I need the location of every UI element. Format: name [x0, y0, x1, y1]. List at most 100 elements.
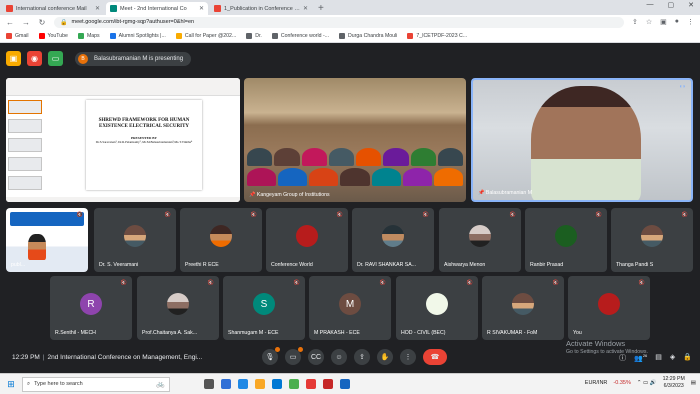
bookmark-item[interactable]: Dr.	[246, 32, 262, 39]
search-icon: ⌕	[27, 380, 31, 387]
participant-name: R SIVAKUMAR - FoM	[487, 330, 538, 336]
participant-name: M PRAKASH - ECE	[314, 330, 360, 336]
store-icon[interactable]	[272, 379, 282, 389]
participant-tile[interactable]: 🔇 You	[568, 276, 650, 340]
word-icon[interactable]	[340, 379, 350, 389]
clock-time: 12:29 PM	[662, 376, 685, 382]
avatar	[124, 225, 146, 248]
participant-video	[28, 234, 46, 260]
participant-name: Shanmugam M - ECE	[228, 330, 279, 336]
close-icon[interactable]: ✕	[199, 5, 204, 12]
slide-title: SHREWD FRAMEWORK FOR HUMAN EXISTENCE ELE…	[98, 118, 190, 129]
participant-tile[interactable]: 🔇 Ranbir Prasad	[525, 208, 607, 272]
close-window-icon[interactable]: ✕	[688, 1, 694, 9]
participant-tile-speaker[interactable]: ◖◗ 📌 Balasubramanian M	[471, 78, 693, 202]
close-icon[interactable]: ✕	[303, 5, 308, 12]
bookmark-item[interactable]: Gmail	[6, 32, 29, 39]
powerpoint-icon[interactable]	[323, 379, 333, 389]
info-icon[interactable]: ⓘ	[619, 353, 626, 363]
edge-icon[interactable]	[238, 379, 248, 389]
reactions-button[interactable]: ☺	[331, 349, 347, 365]
task-view-icon[interactable]	[204, 379, 214, 389]
participant-tile-kangeyam[interactable]: 📌 Kangeyam Group of Institutions	[244, 78, 466, 202]
bookmark-label: Durga Chandra Mouli	[348, 32, 398, 39]
participant-tile[interactable]: 🔇 publ...	[6, 208, 88, 272]
participant-tile[interactable]: 🔇 R SIVAKUMAR - FoM	[482, 276, 564, 340]
file-explorer-icon[interactable]	[255, 379, 265, 389]
profile-icon[interactable]: ●	[675, 18, 679, 26]
participant-tile[interactable]: 🔇 Dr. S. Veeramani	[94, 208, 176, 272]
share-icon[interactable]: ⇪	[632, 18, 638, 26]
audience-row	[244, 168, 466, 186]
participant-name: publ...	[11, 262, 26, 268]
host-controls-icon[interactable]: 🔒	[683, 353, 692, 363]
minimize-icon[interactable]: —	[647, 1, 654, 9]
bookmark-item[interactable]: Call for Paper @202...	[175, 32, 236, 39]
bookmark-favicon-icon	[109, 32, 116, 39]
camera-button[interactable]: ▭	[285, 347, 303, 365]
pin-icon[interactable]: ▣	[6, 51, 21, 66]
presentation-tile[interactable]: SHREWD FRAMEWORK FOR HUMAN EXISTENCE ELE…	[6, 78, 240, 202]
tray-icons[interactable]: ⌃ ▭ 🔊	[637, 380, 657, 386]
bookmark-item[interactable]: 7_ICETPDF-2023 C...	[407, 32, 467, 39]
participant-name: R.Senthil - MECH	[55, 330, 96, 336]
participant-tile[interactable]: M 🔇 M PRAKASH - ECE	[309, 276, 391, 340]
participant-tile[interactable]: S 🔇 Shanmugam M - ECE	[223, 276, 305, 340]
notification-icon[interactable]: ▤	[691, 380, 696, 386]
participant-tile[interactable]: 🔇 Dr. RAVI SHANKAR SA...	[352, 208, 434, 272]
new-tab-button[interactable]: +	[318, 3, 324, 14]
maximize-icon[interactable]: ▢	[668, 1, 675, 9]
taskbar-search[interactable]: ⌕ Type here to search 🚲	[22, 376, 170, 392]
side-panel-controls: ⓘ 👥26 ▤ ◈ 🔒	[619, 353, 692, 363]
tab-meet[interactable]: Meet - 2nd International Co ✕	[106, 2, 208, 15]
tab-publication[interactable]: 1_Publication in Conference pro ✕	[210, 2, 312, 15]
meet-stage: ▣ ◉ ▭ B Balasubramanian M is presenting …	[0, 43, 700, 373]
present-button[interactable]: ⇪	[354, 349, 370, 365]
taskbar-apps	[204, 379, 350, 389]
current-slide: SHREWD FRAMEWORK FOR HUMAN EXISTENCE ELE…	[86, 100, 202, 190]
microphone-button[interactable]: 🎙	[262, 347, 280, 365]
clock[interactable]: 12:29 PM 6/3/2023	[663, 376, 685, 390]
people-icon[interactable]: 👥26	[634, 353, 647, 363]
participant-tile[interactable]: 🔇 Conference World	[266, 208, 348, 272]
forward-icon[interactable]: →	[22, 18, 30, 27]
menu-icon[interactable]: ⋮	[687, 18, 694, 26]
participant-tile[interactable]: 🔇 Thanga Pandi S	[611, 208, 693, 272]
participant-name: Aishwarya Menon	[444, 262, 486, 268]
layout-icon[interactable]: ▭	[48, 51, 63, 66]
chrome-icon[interactable]	[306, 379, 316, 389]
app-icon[interactable]	[289, 379, 299, 389]
participant-tile[interactable]: 🔇 Prof.Chaitanya A. Sak...	[137, 276, 219, 340]
windows-start-icon[interactable]: ⊞	[2, 379, 20, 390]
activities-icon[interactable]: ◈	[670, 353, 675, 363]
bookmark-item[interactable]: Conference world -...	[271, 32, 329, 39]
participant-tile[interactable]: 🔇 HOD - CIVIL (BEC)	[396, 276, 478, 340]
extensions-icon[interactable]: ▣	[660, 18, 667, 26]
people-count: 26	[642, 353, 648, 358]
tab-mail[interactable]: International conference Mail ✕	[2, 2, 104, 15]
bookmark-item[interactable]: YouTube	[38, 32, 68, 39]
mic-muted-icon: 🔇	[379, 280, 386, 286]
star-icon[interactable]: ☆	[646, 18, 652, 26]
bookmark-favicon-icon	[407, 32, 414, 39]
window-controls: — ▢ ✕	[647, 1, 695, 9]
raise-hand-button[interactable]: ✋	[377, 349, 393, 365]
more-options-button[interactable]: ⋮	[400, 349, 416, 365]
close-icon[interactable]: ✕	[95, 5, 100, 12]
participant-tile[interactable]: 🔇 Preethi R ECE	[180, 208, 262, 272]
record-icon[interactable]: ◉	[27, 51, 42, 66]
bookmark-item[interactable]: Durga Chandra Mouli	[339, 32, 398, 39]
chat-icon[interactable]: ▤	[655, 353, 662, 363]
participant-tile[interactable]: R 🔇 R.Senthil - MECH	[50, 276, 132, 340]
participant-tile[interactable]: 🔇 Aishwarya Menon	[439, 208, 521, 272]
teams-icon[interactable]	[221, 379, 231, 389]
mic-muted-icon: 🔇	[76, 212, 83, 218]
bookmark-item[interactable]: Maps	[77, 32, 100, 39]
leave-call-button[interactable]: ☎	[423, 349, 447, 365]
bookmark-item[interactable]: Alumni Spotlights |...	[109, 32, 166, 39]
url-bar[interactable]: 🔒 meet.google.com/ibt-rgmg-sqp?authuser=…	[54, 16, 624, 28]
captions-button[interactable]: CC	[308, 349, 324, 365]
participant-name: Conference World	[271, 262, 313, 268]
back-icon[interactable]: ←	[6, 18, 14, 27]
reload-icon[interactable]: ↻	[38, 18, 46, 27]
